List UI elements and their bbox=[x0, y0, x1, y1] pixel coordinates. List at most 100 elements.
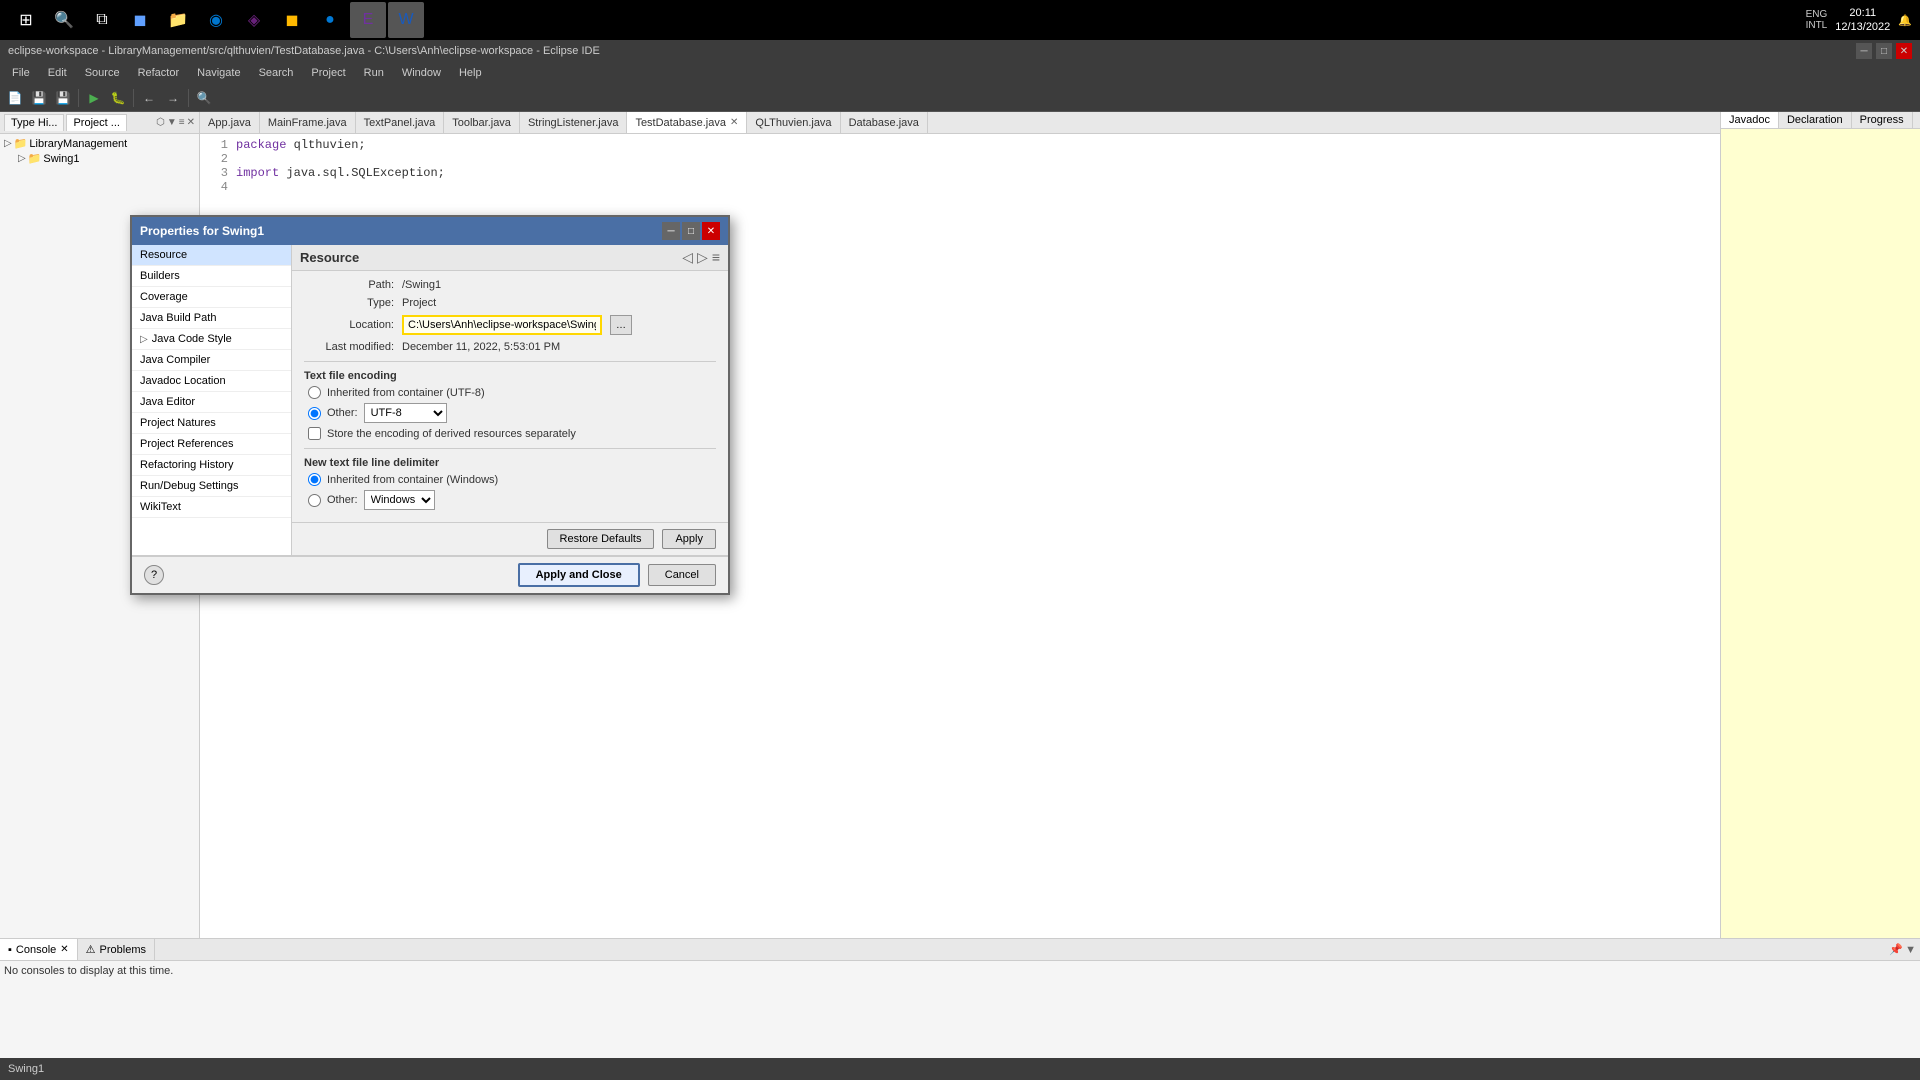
taskbar-icons: ⊞ 🔍 ⧉ ◼ 📁 ◉ ◈ ◼ ● E W bbox=[0, 2, 1798, 38]
location-input[interactable] bbox=[402, 315, 602, 335]
delimiter-inherited-row: Inherited from container (Windows) bbox=[304, 473, 716, 486]
restore-defaults-button[interactable]: Restore Defaults bbox=[547, 529, 655, 549]
window-title: eclipse-workspace - LibraryManagement/sr… bbox=[8, 45, 1856, 57]
section-menu-icon[interactable]: ≡ bbox=[712, 249, 720, 266]
delimiter-inherited-radio[interactable] bbox=[308, 473, 321, 486]
nav-builders[interactable]: Builders bbox=[132, 266, 291, 287]
nav-javadoc-location-label: Javadoc Location bbox=[140, 375, 226, 387]
location-row: Location: … bbox=[304, 315, 716, 335]
word-icon[interactable]: W bbox=[388, 2, 424, 38]
location-browse-button[interactable]: … bbox=[610, 315, 632, 335]
encoding-checkbox-row: Store the encoding of derived resources … bbox=[304, 427, 716, 440]
nav-java-code-style-label: Java Code Style bbox=[152, 333, 232, 345]
nav-java-compiler-label: Java Compiler bbox=[140, 354, 210, 366]
nav-java-compiler[interactable]: Java Compiler bbox=[132, 350, 291, 371]
window-controls: ─ □ ✕ bbox=[1856, 43, 1912, 59]
dialog-bottom-actions: ? Apply and Close Cancel bbox=[132, 555, 728, 593]
start-button[interactable]: ⊞ bbox=[8, 2, 44, 38]
eclipse-icon[interactable]: E bbox=[350, 2, 386, 38]
store-encoding-label: Store the encoding of derived resources … bbox=[327, 428, 576, 440]
task-view-icon[interactable]: ⧉ bbox=[84, 2, 120, 38]
nav-javadoc-location[interactable]: Javadoc Location bbox=[132, 371, 291, 392]
apply-button[interactable]: Apply bbox=[662, 529, 716, 549]
dialog-maximize-button[interactable]: □ bbox=[682, 222, 700, 240]
dialog-body: Resource Builders Coverage Java Build Pa… bbox=[132, 245, 728, 555]
encoding-inherited-row: Inherited from container (UTF-8) bbox=[304, 386, 716, 399]
encoding-other-row: Other: UTF-8 UTF-16 ISO-8859-1 bbox=[304, 403, 716, 423]
nav-arrow-icon: ▷ bbox=[140, 334, 148, 345]
type-row: Type: Project bbox=[304, 297, 716, 309]
encoding-other-radio[interactable] bbox=[308, 407, 321, 420]
delimiter-inherited-label: Inherited from container (Windows) bbox=[327, 474, 498, 486]
nav-run-debug-settings[interactable]: Run/Debug Settings bbox=[132, 476, 291, 497]
nav-project-references[interactable]: Project References bbox=[132, 434, 291, 455]
nav-coverage[interactable]: Coverage bbox=[132, 287, 291, 308]
dialog-minimize-button[interactable]: ─ bbox=[662, 222, 680, 240]
section-title: Resource bbox=[300, 250, 359, 265]
nav-project-natures-label: Project Natures bbox=[140, 417, 216, 429]
file-explorer-icon[interactable]: 📁 bbox=[160, 2, 196, 38]
dialog-controls: ─ □ ✕ bbox=[662, 222, 720, 240]
type-label: Type: bbox=[304, 297, 394, 309]
nav-run-debug-label: Run/Debug Settings bbox=[140, 480, 238, 492]
encoding-section-title: Text file encoding bbox=[304, 370, 716, 382]
nav-project-natures[interactable]: Project Natures bbox=[132, 413, 291, 434]
dialog-title: Properties for Swing1 bbox=[140, 224, 662, 238]
last-modified-label: Last modified: bbox=[304, 341, 394, 353]
search-taskbar-icon[interactable]: 🔍 bbox=[46, 2, 82, 38]
nav-java-build-path-label: Java Build Path bbox=[140, 312, 216, 324]
path-label: Path: bbox=[304, 279, 394, 291]
help-button[interactable]: ? bbox=[144, 565, 164, 585]
maximize-button[interactable]: □ bbox=[1876, 43, 1892, 59]
notification-icon[interactable]: 🔔 bbox=[1898, 14, 1912, 27]
close-window-button[interactable]: ✕ bbox=[1896, 43, 1912, 59]
section-icons: ◁ ▷ ≡ bbox=[682, 249, 720, 266]
encoding-other-label: Other: bbox=[327, 407, 358, 419]
divider-1 bbox=[304, 361, 716, 362]
cancel-button[interactable]: Cancel bbox=[648, 564, 716, 586]
dialog-close-button[interactable]: ✕ bbox=[702, 222, 720, 240]
delimiter-other-label: Other: bbox=[327, 494, 358, 506]
dialog-overlay: Properties for Swing1 ─ □ ✕ Resource Bui… bbox=[0, 60, 1920, 1080]
nav-refactoring-history[interactable]: Refactoring History bbox=[132, 455, 291, 476]
lang-indicator: ENGINTL bbox=[1806, 9, 1828, 31]
next-page-icon[interactable]: ▷ bbox=[697, 249, 708, 266]
path-row: Path: /Swing1 bbox=[304, 279, 716, 291]
taskbar-right: ENGINTL 20:11 12/13/2022 🔔 bbox=[1798, 6, 1920, 35]
nav-java-editor[interactable]: Java Editor bbox=[132, 392, 291, 413]
folder-icon[interactable]: ◼ bbox=[274, 2, 310, 38]
nav-resource-label: Resource bbox=[140, 249, 187, 261]
browser-icon[interactable]: ● bbox=[312, 2, 348, 38]
nav-refactoring-history-label: Refactoring History bbox=[140, 459, 234, 471]
delimiter-other-radio[interactable] bbox=[308, 494, 321, 507]
minimize-button[interactable]: ─ bbox=[1856, 43, 1872, 59]
store-encoding-checkbox[interactable] bbox=[308, 427, 321, 440]
prev-page-icon[interactable]: ◁ bbox=[682, 249, 693, 266]
dell-icon[interactable]: ◉ bbox=[198, 2, 234, 38]
nav-wikitext-label: WikiText bbox=[140, 501, 181, 513]
last-modified-value: December 11, 2022, 5:53:01 PM bbox=[402, 341, 560, 353]
dialog-nav: Resource Builders Coverage Java Build Pa… bbox=[132, 245, 292, 555]
delimiter-select[interactable]: Windows Unix Mac bbox=[364, 490, 435, 510]
encoding-select[interactable]: UTF-8 UTF-16 ISO-8859-1 bbox=[364, 403, 447, 423]
nav-java-build-path[interactable]: Java Build Path bbox=[132, 308, 291, 329]
delimiter-other-row: Other: Windows Unix Mac bbox=[304, 490, 716, 510]
nav-resource[interactable]: Resource bbox=[132, 245, 291, 266]
path-value: /Swing1 bbox=[402, 279, 441, 291]
apply-and-close-button[interactable]: Apply and Close bbox=[518, 563, 640, 587]
dialog-content: Resource ◁ ▷ ≡ Path: /Swing1 Typ bbox=[292, 245, 728, 555]
type-value: Project bbox=[402, 297, 436, 309]
vs-icon[interactable]: ◈ bbox=[236, 2, 272, 38]
nav-builders-label: Builders bbox=[140, 270, 180, 282]
dialog-footer: Restore Defaults Apply bbox=[292, 522, 728, 555]
nav-java-code-style[interactable]: ▷ Java Code Style bbox=[132, 329, 291, 350]
dialog-fields: Path: /Swing1 Type: Project Location: … bbox=[292, 271, 728, 522]
location-label: Location: bbox=[304, 319, 394, 331]
encoding-inherited-radio[interactable] bbox=[308, 386, 321, 399]
nav-java-editor-label: Java Editor bbox=[140, 396, 195, 408]
edge-browser-icon[interactable]: ◼ bbox=[122, 2, 158, 38]
nav-wikitext[interactable]: WikiText bbox=[132, 497, 291, 518]
dialog-title-bar: Properties for Swing1 ─ □ ✕ bbox=[132, 217, 728, 245]
title-bar: eclipse-workspace - LibraryManagement/sr… bbox=[0, 40, 1920, 62]
nav-coverage-label: Coverage bbox=[140, 291, 188, 303]
